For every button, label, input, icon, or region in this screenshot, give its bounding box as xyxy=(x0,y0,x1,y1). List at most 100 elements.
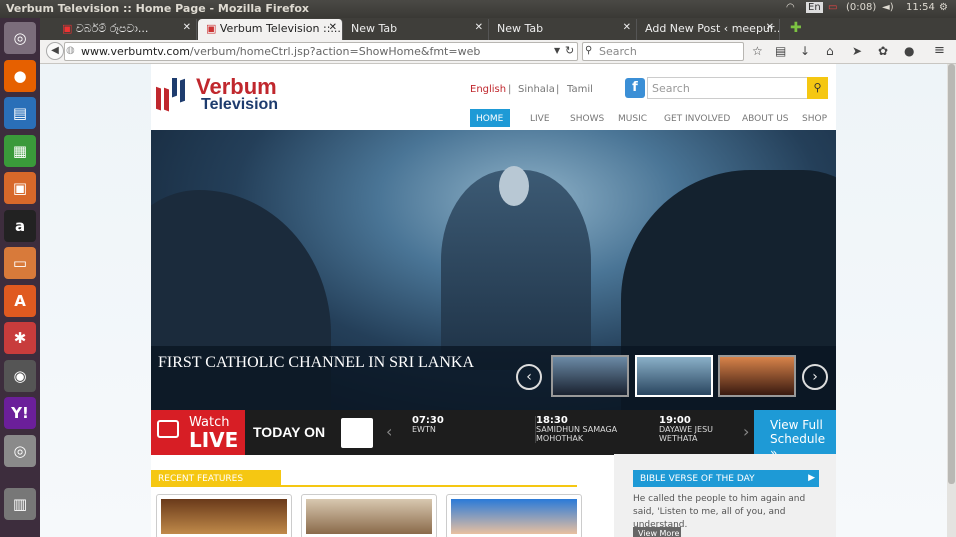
watch-live-button[interactable]: Watch LIVE xyxy=(151,410,245,455)
reading-list-icon[interactable]: ▤ xyxy=(775,44,786,58)
close-tab-icon[interactable]: ✕ xyxy=(623,22,631,33)
calc-icon[interactable]: ▦ xyxy=(4,134,36,167)
writer-icon[interactable]: ▤ xyxy=(4,97,36,129)
verbum-favicon-icon: ▣ xyxy=(62,22,76,35)
tab-label: වර්බම් රූපවා... xyxy=(75,22,149,35)
reload-icon[interactable]: ↻ xyxy=(565,44,574,57)
tab-add-new-post[interactable]: Add New Post ‹ meepur... ✕ xyxy=(637,19,780,40)
nav-about-us[interactable]: ABOUT US xyxy=(736,109,795,127)
system-top-bar: Verbum Television :: Home Page - Mozilla… xyxy=(0,0,956,18)
schedule-item[interactable]: 18:30 SAMIDHUN SAMAGA MOHOTHAK xyxy=(535,416,635,443)
hero-thumb-2[interactable] xyxy=(635,355,713,397)
nav-home[interactable]: HOME xyxy=(470,109,510,127)
home-icon[interactable]: ⌂ xyxy=(826,44,834,58)
scrollbar-thumb[interactable] xyxy=(948,64,955,484)
browser-search-input[interactable]: Search xyxy=(582,42,744,61)
menu-hamburger-icon[interactable]: ≡ xyxy=(934,43,945,58)
verbum-small-logo-icon xyxy=(341,418,373,448)
close-tab-icon[interactable]: ✕ xyxy=(766,22,774,33)
hero-next-arrow-icon[interactable]: › xyxy=(802,364,828,390)
site-search-input[interactable]: Search xyxy=(647,77,809,99)
today-on-label: TODAY ON xyxy=(253,424,326,440)
lang-sinhala[interactable]: Sinhala xyxy=(518,84,555,95)
tab-new-tab-1[interactable]: New Tab ✕ xyxy=(343,19,489,40)
page-scrollbar[interactable] xyxy=(947,64,956,537)
nav-get-involved[interactable]: GET INVOLVED xyxy=(658,109,736,127)
view-more-button[interactable]: View More xyxy=(633,527,681,537)
wifi-icon[interactable]: ◠ xyxy=(786,2,795,13)
chat-icon[interactable]: ● xyxy=(904,44,914,58)
trash-icon[interactable]: ▥ xyxy=(4,488,36,520)
battery-time[interactable]: (0:08) xyxy=(846,2,876,13)
hero-prev-arrow-icon[interactable]: ‹ xyxy=(516,364,542,390)
tab-verbum-television[interactable]: ▣ Verbum Television ::... ✕ xyxy=(198,19,343,40)
site-info-globe-icon[interactable]: ◍ xyxy=(66,45,75,56)
tab-new-tab-2[interactable]: New Tab ✕ xyxy=(489,19,637,40)
new-tab-plus-icon[interactable]: ✚ xyxy=(786,19,808,40)
lang-separator: | xyxy=(508,84,512,95)
close-tab-icon[interactable]: ✕ xyxy=(329,22,337,33)
battery-icon[interactable]: ▭ xyxy=(828,2,837,13)
url-dropdown-icon[interactable]: ▼ xyxy=(554,46,560,55)
close-tab-icon[interactable]: ✕ xyxy=(475,22,483,33)
schedule-item[interactable]: 07:30 EWTN xyxy=(412,415,512,435)
navigation-toolbar: ◀ www.verbumtv.com/verbum/homeCtrl.jsp?a… xyxy=(40,40,956,64)
feature-card-1[interactable] xyxy=(156,494,292,537)
facebook-icon[interactable]: f xyxy=(625,78,645,98)
bible-verse-heading: BIBLE VERSE OF THE DAY ▶ xyxy=(633,470,819,487)
schedule-title: SAMIDHUN SAMAGA MOHOTHAK xyxy=(536,425,618,443)
tab-sinhala-site[interactable]: ▣ වර්බම් රූපවා... ✕ xyxy=(54,19,197,40)
schedule-item[interactable]: 19:00 DAYAWE JESU WETHATA xyxy=(659,416,749,444)
settings-icon[interactable]: ✱ xyxy=(4,322,36,354)
lang-english[interactable]: English xyxy=(470,84,506,95)
webcam-icon[interactable]: ◉ xyxy=(4,359,36,392)
cdrom-icon[interactable]: ◎ xyxy=(4,434,36,467)
extension-icon[interactable]: ✿ xyxy=(878,44,888,58)
hero-thumb-3[interactable] xyxy=(718,355,796,397)
nav-shop[interactable]: SHOP xyxy=(796,109,833,127)
impress-icon[interactable]: ▣ xyxy=(4,172,36,204)
url-bar[interactable]: www.verbumtv.com/verbum/homeCtrl.jsp?act… xyxy=(64,42,578,61)
hero-slider[interactable]: FIRST CATHOLIC CHANNEL IN SRI LANKA ‹ › xyxy=(151,130,836,410)
schedule-time: 18:30 xyxy=(536,415,568,426)
schedule-prev-icon[interactable]: ‹ xyxy=(386,422,392,441)
view-full-schedule-button[interactable]: View Full Schedule » xyxy=(754,410,836,460)
session-gear-icon[interactable]: ⚙ xyxy=(939,2,948,13)
hero-figure-face xyxy=(499,166,529,206)
clock[interactable]: 11:54 xyxy=(906,2,935,13)
back-icon[interactable]: ◀ xyxy=(46,42,64,60)
feature-image xyxy=(451,499,577,534)
hero-title: FIRST CATHOLIC CHANNEL IN SRI LANKA xyxy=(158,354,475,371)
verbum-logo[interactable]: Verbum Television xyxy=(154,74,294,116)
feature-card-3[interactable] xyxy=(446,494,582,537)
nav-live[interactable]: LIVE xyxy=(524,109,556,127)
amazon-icon[interactable]: a xyxy=(4,209,36,242)
url-host: www.verbumtv.com xyxy=(81,45,190,58)
search-icon: ⚲ xyxy=(813,81,822,94)
keyboard-indicator[interactable]: En xyxy=(806,2,823,13)
files-icon[interactable]: ▭ xyxy=(4,247,36,279)
bookmark-star-icon[interactable]: ☆ xyxy=(752,44,763,58)
lang-tamil[interactable]: Tamil xyxy=(567,84,593,95)
schedule-next-icon[interactable]: › xyxy=(743,422,749,441)
nav-shows[interactable]: SHOWS xyxy=(564,109,610,127)
search-magnifier-icon: ⚲ xyxy=(585,45,593,56)
downloads-icon[interactable]: ↓ xyxy=(800,44,810,58)
web-page: Verbum Television English | Sinhala | Ta… xyxy=(40,64,947,537)
volume-icon[interactable]: ◄) xyxy=(882,2,894,13)
firefox-icon[interactable]: ● xyxy=(4,59,36,92)
send-icon[interactable]: ➤ xyxy=(852,44,862,58)
url-path: /verbum/homeCtrl.jsp?action=ShowHome&fmt… xyxy=(189,45,481,58)
schedule-time: 07:30 xyxy=(412,415,444,426)
tab-label: New Tab xyxy=(497,22,544,35)
site-content: Verbum Television English | Sinhala | Ta… xyxy=(151,64,836,537)
close-tab-icon[interactable]: ✕ xyxy=(183,22,191,33)
site-search-button[interactable]: ⚲ xyxy=(807,77,828,99)
hero-thumb-1[interactable] xyxy=(551,355,629,397)
nav-music[interactable]: MUSIC xyxy=(612,109,653,127)
ubuntu-dash-icon[interactable]: ◎ xyxy=(4,22,36,54)
logo-mark-icon xyxy=(156,78,185,112)
software-center-icon[interactable]: A xyxy=(4,284,36,317)
feature-card-2[interactable] xyxy=(301,494,437,537)
yahoo-mail-icon[interactable]: Y! xyxy=(4,397,36,429)
